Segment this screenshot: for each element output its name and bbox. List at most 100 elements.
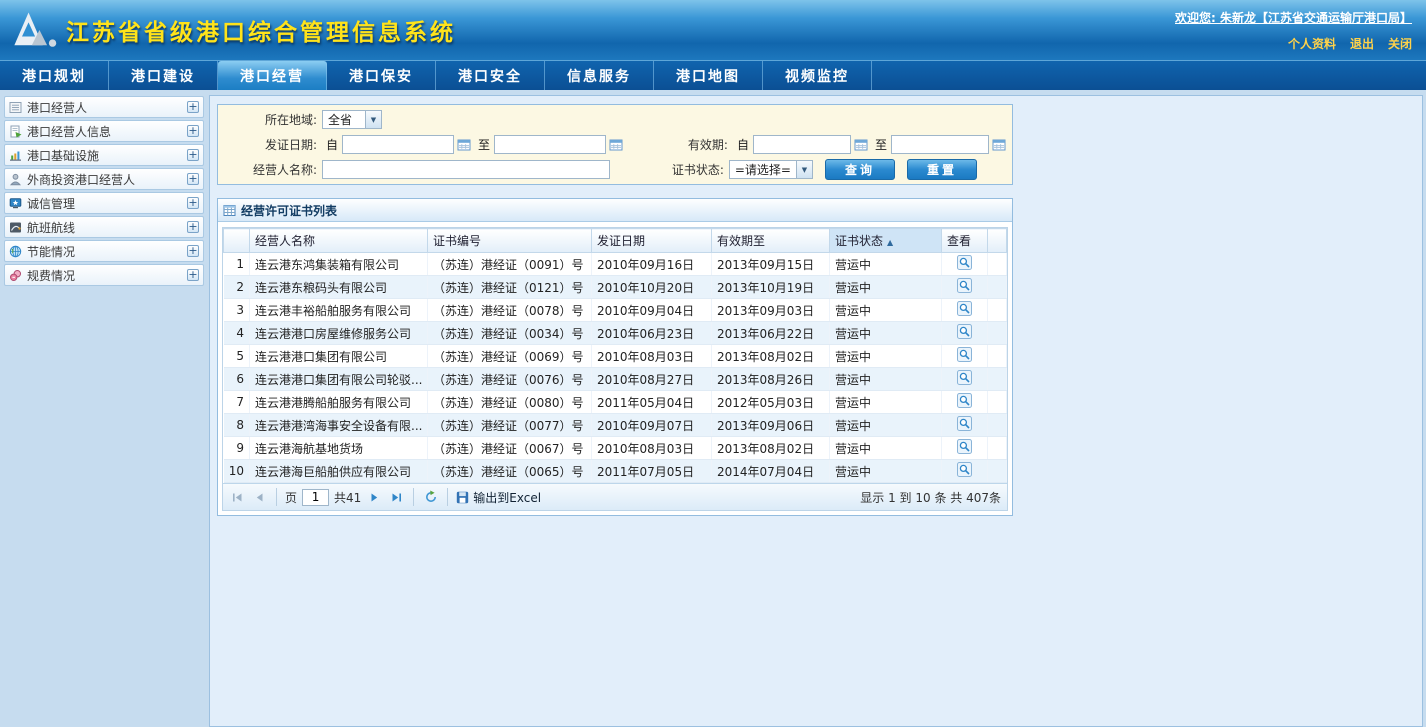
sidebar-item-shipping-routes[interactable]: 航班航线+ — [4, 216, 204, 238]
export-excel-button[interactable]: 输出到Excel — [456, 489, 541, 506]
cert-number-cell: （苏连）港经证（0065）号 — [428, 460, 592, 483]
view-cert-icon[interactable] — [957, 347, 972, 362]
tab-port-security[interactable]: 港口保安 — [327, 61, 436, 90]
sidebar-item-energy-saving[interactable]: 节能情况+ — [4, 240, 204, 262]
person-icon — [9, 173, 22, 186]
next-page-icon — [368, 491, 381, 504]
expand-plus-icon[interactable]: + — [187, 125, 199, 137]
cert-number-cell: （苏连）港经证（0067）号 — [428, 437, 592, 460]
header-links: 个人资料退出关闭 — [1175, 35, 1412, 52]
issue-date-from-input[interactable] — [342, 135, 454, 154]
view-cert-icon[interactable] — [957, 301, 972, 316]
profile-link[interactable]: 个人资料 — [1288, 37, 1336, 51]
table-row[interactable]: 8连云港港湾海事安全设备有限...（苏连）港经证（0077）号2010年09月0… — [224, 414, 1007, 437]
logout-link[interactable]: 退出 — [1350, 37, 1374, 51]
column-header[interactable]: 经营人名称 — [250, 229, 428, 253]
first-page-button[interactable] — [229, 489, 246, 506]
cert-status-select[interactable]: =请选择= ▼ — [729, 160, 813, 179]
region-select[interactable]: 全省 ▼ — [322, 110, 382, 129]
page-number-input[interactable] — [302, 489, 329, 506]
table-row[interactable]: 7连云港港腾船舶服务有限公司（苏连）港经证（0080）号2011年05月04日2… — [224, 391, 1007, 414]
sidebar-item-port-infrastructure[interactable]: 港口基础设施+ — [4, 144, 204, 166]
issue-date-label: 发证日期: — [221, 136, 322, 153]
next-page-button[interactable] — [366, 489, 383, 506]
expand-plus-icon[interactable]: + — [187, 269, 199, 281]
view-cert-icon[interactable] — [957, 278, 972, 293]
cert-number-cell: （苏连）港经证（0121）号 — [428, 276, 592, 299]
sidebar-item-port-operators[interactable]: 港口经营人+ — [4, 96, 204, 118]
row-index: 1 — [224, 253, 250, 276]
view-cert-icon[interactable] — [957, 255, 972, 270]
view-cert-icon[interactable] — [957, 416, 972, 431]
tab-port-construction[interactable]: 港口建设 — [109, 61, 218, 90]
view-cert-icon[interactable] — [957, 462, 972, 477]
reset-button[interactable]: 重置 — [907, 159, 977, 180]
sidebar-item-foreign-invested-operators[interactable]: 外商投资港口经营人+ — [4, 168, 204, 190]
refresh-button[interactable] — [422, 489, 439, 506]
first-page-icon — [231, 491, 244, 504]
column-header[interactable]: 查看 — [942, 229, 988, 253]
table-row[interactable]: 1连云港东鸿集装箱有限公司（苏连）港经证（0091）号2010年09月16日20… — [224, 253, 1007, 276]
table-row[interactable]: 6连云港港口集团有限公司轮驳...（苏连）港经证（0076）号2010年08月2… — [224, 368, 1007, 391]
calendar-icon[interactable] — [854, 138, 868, 151]
table-row[interactable]: 2连云港东粮码头有限公司（苏连）港经证（0121）号2010年10月20日201… — [224, 276, 1007, 299]
view-cell — [942, 437, 988, 460]
query-button[interactable]: 查询 — [825, 159, 895, 180]
expand-plus-icon[interactable]: + — [187, 197, 199, 209]
column-header[interactable]: 证书编号 — [428, 229, 592, 253]
row-index: 2 — [224, 276, 250, 299]
column-header[interactable]: 发证日期 — [592, 229, 712, 253]
valid-until-cell: 2014年07月04日 — [712, 460, 830, 483]
cert-list-panel: 经营许可证书列表 经营人名称证书编号发证日期有效期至证书状态▲查看 1连云港东鸿… — [217, 198, 1013, 516]
prev-page-button[interactable] — [251, 489, 268, 506]
cert-number-cell: （苏连）港经证（0080）号 — [428, 391, 592, 414]
expand-plus-icon[interactable]: + — [187, 101, 199, 113]
view-cell — [942, 276, 988, 299]
view-cell — [942, 368, 988, 391]
calendar-icon[interactable] — [609, 138, 623, 151]
column-header[interactable]: 有效期至 — [712, 229, 830, 253]
operator-name-input[interactable] — [322, 160, 610, 179]
operator-name-cell: 连云港东粮码头有限公司 — [250, 276, 428, 299]
calendar-icon[interactable] — [457, 138, 471, 151]
validity-to-input[interactable] — [891, 135, 989, 154]
expand-plus-icon[interactable]: + — [187, 149, 199, 161]
sidebar-item-credit-management[interactable]: 诚信管理+ — [4, 192, 204, 214]
issue-date-cell: 2011年07月05日 — [592, 460, 712, 483]
tab-info-service[interactable]: 信息服务 — [545, 61, 654, 90]
expand-plus-icon[interactable]: + — [187, 245, 199, 257]
tab-port-safety[interactable]: 港口安全 — [436, 61, 545, 90]
view-cert-icon[interactable] — [957, 370, 972, 385]
tab-port-operation[interactable]: 港口经营 — [218, 61, 327, 90]
table-row[interactable]: 5连云港港口集团有限公司（苏连）港经证（0069）号2010年08月03日201… — [224, 345, 1007, 368]
table-row[interactable]: 10连云港海巨船舶供应有限公司（苏连）港经证（0065）号2011年07月05日… — [224, 460, 1007, 483]
filler-cell — [988, 460, 1007, 483]
column-header[interactable]: 证书状态▲ — [830, 229, 942, 253]
view-cert-icon[interactable] — [957, 393, 972, 408]
issue-date-to-input[interactable] — [494, 135, 606, 154]
index-column-header — [224, 229, 250, 253]
view-cert-icon[interactable] — [957, 439, 972, 454]
tab-video-monitor[interactable]: 视频监控 — [763, 61, 872, 90]
table-row[interactable]: 9连云港海航基地货场（苏连）港经证（0067）号2010年08月03日2013年… — [224, 437, 1007, 460]
table-row[interactable]: 4连云港港口房屋维修服务公司（苏连）港经证（0034）号2010年06月23日2… — [224, 322, 1007, 345]
cert-status-cell: 营运中 — [830, 414, 942, 437]
view-cert-icon[interactable] — [957, 324, 972, 339]
expand-plus-icon[interactable]: + — [187, 173, 199, 185]
issue-date-cell: 2010年08月27日 — [592, 368, 712, 391]
tab-port-planning[interactable]: 港口规划 — [0, 61, 109, 90]
calendar-icon[interactable] — [992, 138, 1006, 151]
issue-date-cell: 2010年09月07日 — [592, 414, 712, 437]
tab-port-map[interactable]: 港口地图 — [654, 61, 763, 90]
sidebar-item-operator-info[interactable]: 港口经营人信息+ — [4, 120, 204, 142]
close-link[interactable]: 关闭 — [1388, 37, 1412, 51]
sidebar-item-port-fees[interactable]: 规费情况+ — [4, 264, 204, 286]
operator-name-cell: 连云港丰裕船舶服务有限公司 — [250, 299, 428, 322]
validity-label: 有效期: — [688, 136, 733, 153]
total-pages-label: 共41 — [334, 489, 361, 506]
expand-plus-icon[interactable]: + — [187, 221, 199, 233]
table-row[interactable]: 3连云港丰裕船舶服务有限公司（苏连）港经证（0078）号2010年09月04日2… — [224, 299, 1007, 322]
last-page-button[interactable] — [388, 489, 405, 506]
panel-title: 经营许可证书列表 — [241, 202, 337, 219]
validity-from-input[interactable] — [753, 135, 851, 154]
